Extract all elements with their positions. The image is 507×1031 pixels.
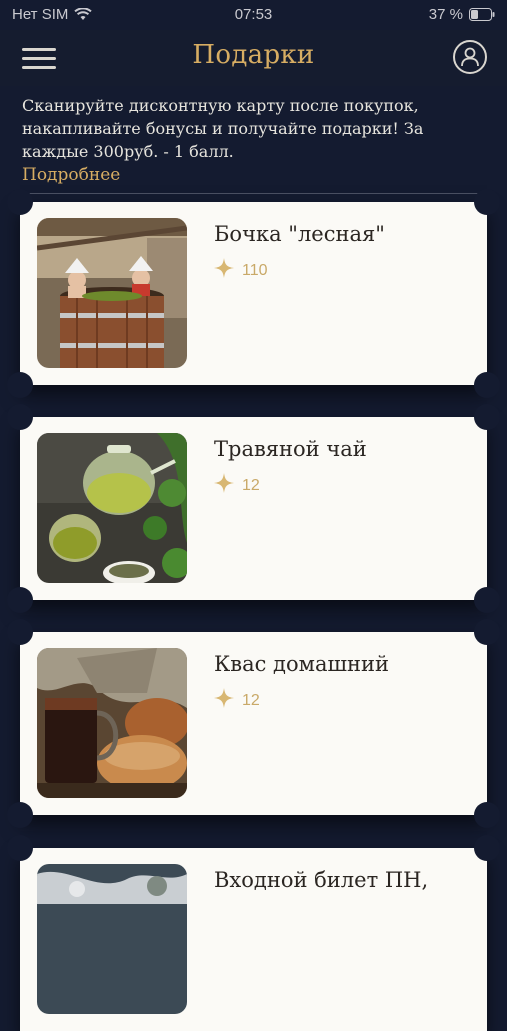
page-title: Подарки — [192, 40, 315, 70]
gift-image-kvass — [37, 648, 187, 798]
divider — [22, 193, 486, 194]
gift-points: 12 — [214, 688, 260, 713]
gift-card[interactable]: Бочка "лесная" 110 — [7, 189, 500, 398]
profile-icon[interactable] — [453, 40, 487, 74]
status-right: 37 % — [429, 6, 495, 23]
more-link[interactable]: Подробнее — [22, 164, 120, 187]
battery-icon — [469, 8, 495, 21]
status-bar: Нет SIM 07:53 37 % — [0, 0, 507, 30]
gift-image-barrel — [37, 218, 187, 368]
gift-title: Травяной чай — [214, 437, 367, 461]
sparkle-icon — [214, 473, 234, 498]
sparkle-icon — [214, 688, 234, 713]
gift-points-value: 12 — [242, 476, 260, 494]
gift-title: Квас домашний — [214, 652, 389, 676]
info-text: Сканируйте дисконтную карту после покупо… — [22, 96, 424, 161]
gift-title: Бочка "лесная" — [214, 222, 385, 246]
gift-points-value: 12 — [242, 691, 260, 709]
sparkle-icon — [214, 258, 234, 283]
gift-image-tea — [37, 433, 187, 583]
info-block: Сканируйте дисконтную карту после покупо… — [22, 94, 486, 187]
gift-card[interactable]: Входной билет ПН, — [7, 835, 500, 1031]
gift-card[interactable]: Травяной чай 12 — [7, 404, 500, 613]
gift-points: 110 — [214, 258, 268, 283]
nav-bar: Подарки — [0, 30, 507, 86]
battery-percent: 37 % — [428, 6, 463, 23]
gift-points: 12 — [214, 473, 260, 498]
gift-image-ticket — [37, 864, 187, 1014]
gift-points-value: 110 — [242, 261, 268, 279]
gift-card[interactable]: Квас домашний 12 — [7, 619, 500, 828]
gift-title: Входной билет ПН, — [214, 868, 429, 892]
